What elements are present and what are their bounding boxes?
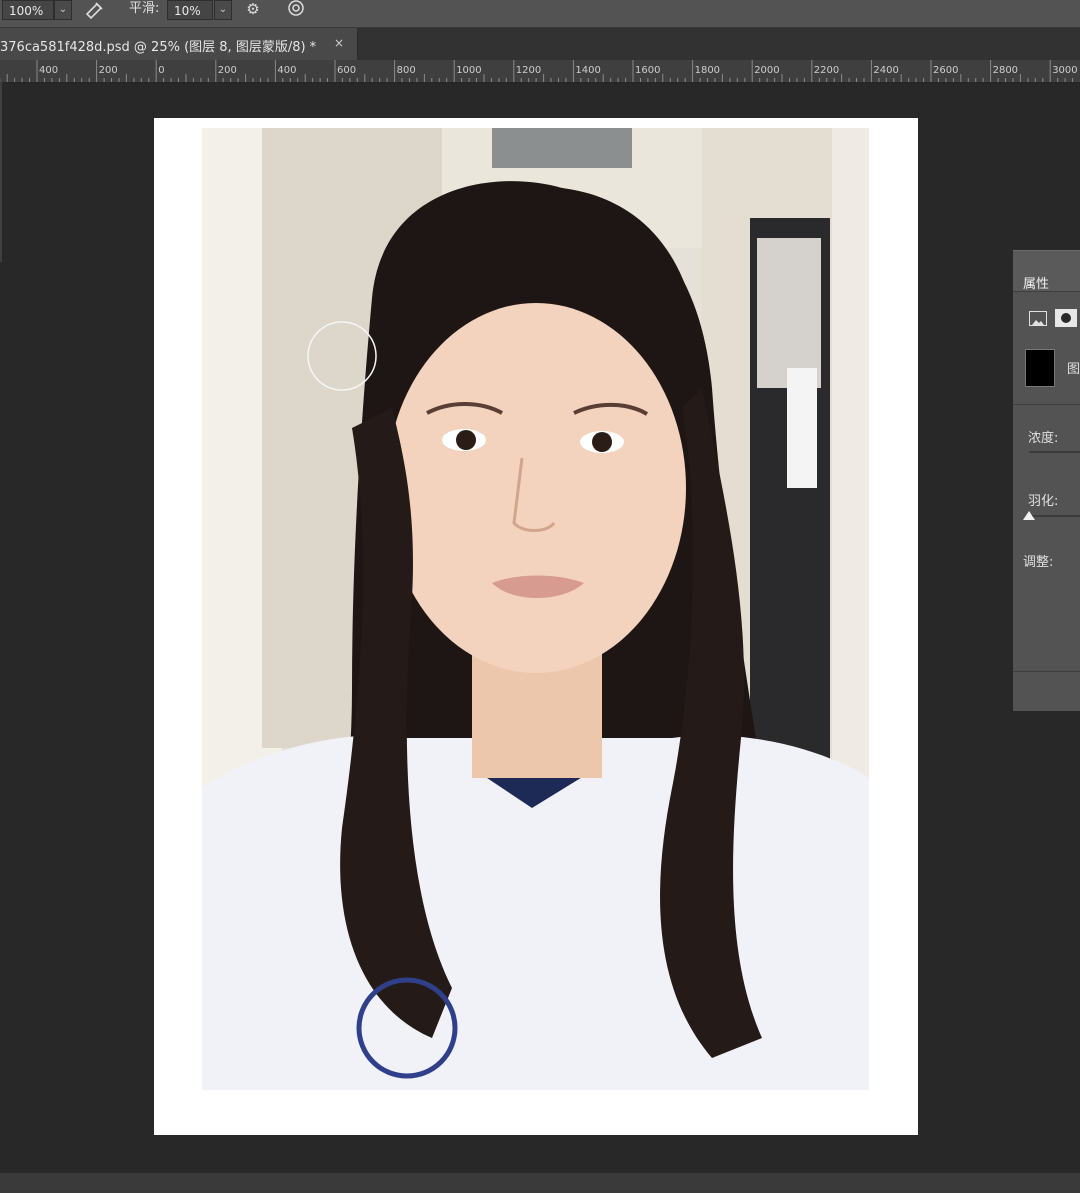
pressure-icon[interactable] — [285, 0, 307, 20]
ruler-label: 3000 — [1052, 65, 1078, 76]
status-bar — [0, 1172, 1080, 1193]
document-tab-bar: 376ca581f428d.psd @ 25% (图层 8, 图层蒙版/8) *… — [0, 28, 1080, 60]
airbrush-icon[interactable] — [83, 0, 105, 20]
portrait-photo — [202, 128, 869, 1090]
ruler-label: 400 — [277, 65, 297, 76]
feather-slider-handle[interactable] — [1023, 511, 1035, 520]
ruler-label: 400 — [39, 65, 59, 76]
zoom-field[interactable]: 100% — [2, 0, 54, 20]
ruler-label: 600 — [337, 65, 357, 76]
zoom-dropdown[interactable]: ⌄ — [54, 0, 72, 20]
vertical-ruler — [0, 82, 2, 262]
document-tab[interactable]: 376ca581f428d.psd @ 25% (图层 8, 图层蒙版/8) *… — [0, 28, 358, 60]
ruler-label: 200 — [98, 65, 118, 76]
document-title: 376ca581f428d.psd @ 25% (图层 8, 图层蒙版/8) * — [0, 40, 317, 55]
pixel-mask-icon[interactable] — [1029, 311, 1047, 326]
divider — [1013, 671, 1080, 672]
ruler-label: 1200 — [515, 65, 542, 76]
horizontal-ruler: 400 200 0 200 400 600 800 1000 1200 1400 1600 1800 2… — [0, 60, 1080, 83]
ruler-label: 2000 — [754, 65, 780, 76]
ruler-label: 1000 — [456, 65, 482, 76]
ruler-label: 1600 — [635, 65, 661, 76]
options-bar: 100% ⌄ 平滑: 10% ⌄ ⚙ — [0, 0, 1080, 28]
adjust-label: 调整: — [1023, 555, 1054, 570]
mask-thumbnail[interactable] — [1025, 349, 1055, 387]
properties-panel-header[interactable]: 属性 — [1013, 251, 1080, 292]
ruler-label: 200 — [217, 65, 237, 76]
smooth-label: 平滑: — [129, 1, 160, 16]
ruler-label: 2200 — [813, 65, 840, 76]
smooth-dropdown[interactable]: ⌄ — [214, 0, 232, 20]
ruler-label: 1400 — [575, 65, 601, 76]
layer-mask-label: 图 — [1067, 362, 1080, 377]
smooth-field[interactable]: 10% — [167, 0, 213, 20]
divider — [1013, 404, 1080, 405]
properties-panel: 属性 图 浓度: 羽化: 调整: — [1013, 250, 1080, 711]
gear-icon[interactable]: ⚙ — [242, 0, 264, 20]
density-label: 浓度: — [1028, 431, 1059, 446]
ruler-label: 800 — [396, 65, 416, 76]
ruler-label: 2800 — [992, 65, 1019, 76]
feather-slider[interactable] — [1029, 515, 1080, 517]
ruler-label: 1800 — [694, 65, 721, 76]
canvas-document[interactable] — [154, 118, 918, 1135]
properties-title: 属性 — [1023, 277, 1050, 292]
ruler-label: 2400 — [873, 65, 899, 76]
ruler-label: 2600 — [933, 65, 959, 76]
ruler-label: 0 — [158, 65, 165, 76]
density-slider[interactable] — [1029, 451, 1080, 453]
vector-mask-icon[interactable] — [1055, 309, 1077, 327]
close-icon[interactable]: × — [334, 36, 344, 50]
feather-label: 羽化: — [1028, 494, 1059, 509]
